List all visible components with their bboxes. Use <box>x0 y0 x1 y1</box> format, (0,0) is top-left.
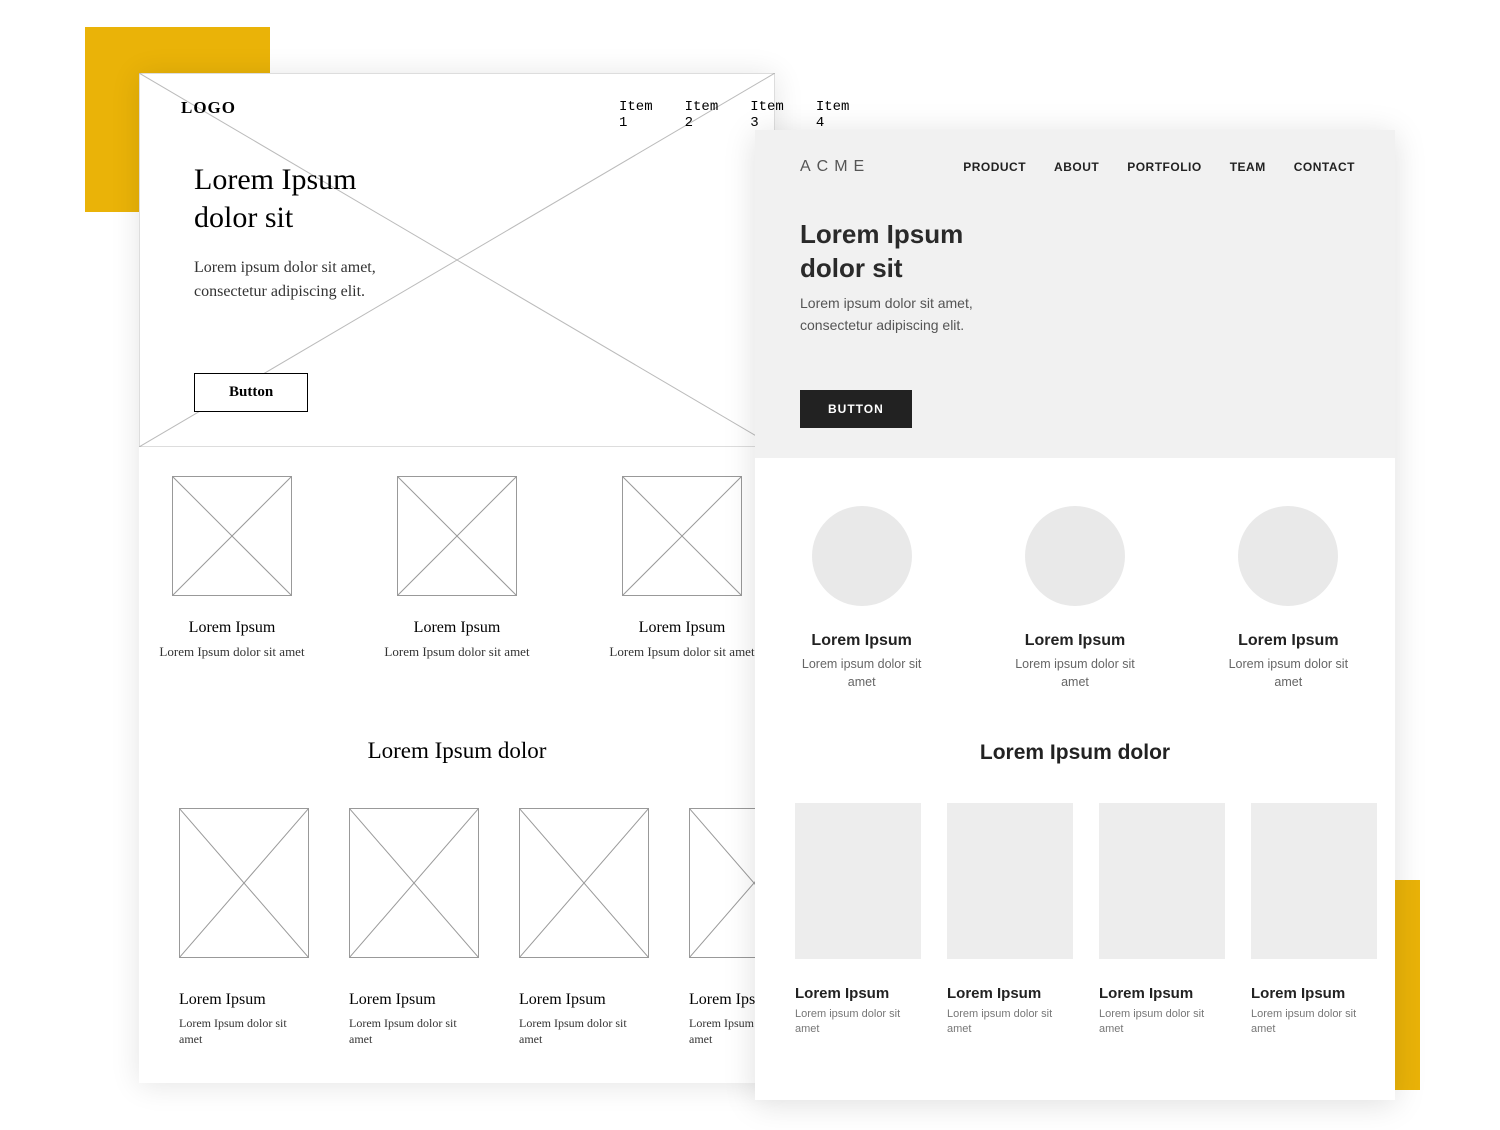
mockup-hero-button[interactable]: BUTTON <box>800 390 912 428</box>
image-placeholder-icon <box>397 476 517 596</box>
wireframe-feature-item: Lorem Ipsum Lorem Ipsum dolor sit amet <box>607 476 757 661</box>
feature-subtitle: Lorem ipsum dolor sit amet <box>1222 656 1355 691</box>
wireframe-logo[interactable]: LOGO <box>181 98 236 118</box>
feature-title: Lorem Ipsum <box>795 632 928 650</box>
rect-placeholder-icon <box>947 803 1073 959</box>
feature-title: Lorem Ipsum <box>1222 632 1355 650</box>
portfolio-subtitle: Lorem ipsum dolor sit amet <box>947 1007 1073 1038</box>
image-placeholder-icon <box>179 808 309 958</box>
portfolio-title: Lorem Ipsum <box>1251 985 1377 1002</box>
image-placeholder-icon <box>349 808 479 958</box>
portfolio-title: Lorem Ipsum <box>349 991 479 1009</box>
portfolio-title: Lorem Ipsum <box>1099 985 1225 1002</box>
mockup-hero-subtitle: Lorem ipsum dolor sit amet, consectetur … <box>800 292 973 337</box>
mockup-nav-item[interactable]: CONTACT <box>1294 160 1355 174</box>
mockup-features-row: Lorem Ipsum Lorem ipsum dolor sit amet L… <box>755 458 1395 691</box>
mockup-portfolio-item: Lorem Ipsum Lorem ipsum dolor sit amet <box>947 803 1073 1038</box>
feature-title: Lorem Ipsum <box>607 619 757 637</box>
wireframe-hero-section: LOGO Item 1 Item 2 Item 3 Item 4 Lorem I… <box>139 73 775 447</box>
feature-subtitle: Lorem Ipsum dolor sit amet <box>607 643 757 661</box>
rect-placeholder-icon <box>795 803 921 959</box>
circle-placeholder-icon <box>812 506 912 606</box>
feature-subtitle: Lorem ipsum dolor sit amet <box>1008 656 1141 691</box>
feature-title: Lorem Ipsum <box>157 619 307 637</box>
wireframe-hero-title: Lorem Ipsum dolor sit <box>194 161 356 236</box>
mockup-feature-item: Lorem Ipsum Lorem ipsum dolor sit amet <box>1222 506 1355 691</box>
portfolio-subtitle: Lorem ipsum dolor sit amet <box>795 1007 921 1038</box>
wireframe-feature-item: Lorem Ipsum Lorem Ipsum dolor sit amet <box>157 476 307 661</box>
mockup-logo[interactable]: ACME <box>800 158 870 176</box>
circle-placeholder-icon <box>1025 506 1125 606</box>
wireframe-hero-button[interactable]: Button <box>194 373 308 412</box>
mockup-feature-item: Lorem Ipsum Lorem ipsum dolor sit amet <box>795 506 928 691</box>
portfolio-title: Lorem Ipsum <box>179 991 309 1009</box>
wireframe-nav-item[interactable]: Item 2 <box>685 99 719 131</box>
portfolio-subtitle: Lorem ipsum dolor sit amet <box>1251 1007 1377 1038</box>
portfolio-title: Lorem Ipsum <box>947 985 1073 1002</box>
rect-placeholder-icon <box>1099 803 1225 959</box>
wireframe-features-row: Lorem Ipsum Lorem Ipsum dolor sit amet L… <box>139 476 775 661</box>
mockup-portfolio-item: Lorem Ipsum Lorem ipsum dolor sit amet <box>1251 803 1377 1038</box>
wireframe-portfolio-row: Lorem Ipsum Lorem Ipsum dolor sit amet L… <box>179 808 829 1047</box>
mockup-nav-item[interactable]: TEAM <box>1230 160 1266 174</box>
wireframe-nav: Item 1 Item 2 Item 3 Item 4 <box>619 99 849 131</box>
feature-subtitle: Lorem ipsum dolor sit amet <box>795 656 928 691</box>
wireframe-panel: LOGO Item 1 Item 2 Item 3 Item 4 Lorem I… <box>139 73 775 1083</box>
mockup-hero-title: Lorem Ipsum dolor sit <box>800 218 963 286</box>
image-placeholder-icon <box>172 476 292 596</box>
circle-placeholder-icon <box>1238 506 1338 606</box>
wireframe-portfolio-item: Lorem Ipsum Lorem Ipsum dolor sit amet <box>179 808 309 1047</box>
feature-subtitle: Lorem Ipsum dolor sit amet <box>157 643 307 661</box>
wireframe-nav-item[interactable]: Item 3 <box>750 99 784 131</box>
mockup-portfolio-item: Lorem Ipsum Lorem ipsum dolor sit amet <box>795 803 921 1038</box>
image-placeholder-icon <box>519 808 649 958</box>
portfolio-subtitle: Lorem Ipsum dolor sit amet <box>349 1015 479 1047</box>
mockup-nav-item[interactable]: PRODUCT <box>963 160 1026 174</box>
wireframe-portfolio-item: Lorem Ipsum Lorem Ipsum dolor sit amet <box>519 808 649 1047</box>
feature-title: Lorem Ipsum <box>1008 632 1141 650</box>
mockup-portfolio-item: Lorem Ipsum Lorem ipsum dolor sit amet <box>1099 803 1225 1038</box>
portfolio-subtitle: Lorem Ipsum dolor sit amet <box>179 1015 309 1047</box>
mockup-panel: ACME PRODUCT ABOUT PORTFOLIO TEAM CONTAC… <box>755 130 1395 1100</box>
wireframe-section-title: Lorem Ipsum dolor <box>139 738 775 764</box>
wireframe-nav-item[interactable]: Item 4 <box>816 99 850 131</box>
mockup-feature-item: Lorem Ipsum Lorem ipsum dolor sit amet <box>1008 506 1141 691</box>
mockup-portfolio-row: Lorem Ipsum Lorem ipsum dolor sit amet L… <box>755 765 1395 1038</box>
feature-subtitle: Lorem Ipsum dolor sit amet <box>382 643 532 661</box>
portfolio-subtitle: Lorem ipsum dolor sit amet <box>1099 1007 1225 1038</box>
mockup-nav-item[interactable]: ABOUT <box>1054 160 1099 174</box>
mockup-hero-section: ACME PRODUCT ABOUT PORTFOLIO TEAM CONTAC… <box>755 130 1395 458</box>
wireframe-nav-item[interactable]: Item 1 <box>619 99 653 131</box>
rect-placeholder-icon <box>1251 803 1377 959</box>
mockup-nav-item[interactable]: PORTFOLIO <box>1127 160 1202 174</box>
wireframe-feature-item: Lorem Ipsum Lorem Ipsum dolor sit amet <box>382 476 532 661</box>
mockup-section-title: Lorem Ipsum dolor <box>755 741 1395 765</box>
feature-title: Lorem Ipsum <box>382 619 532 637</box>
wireframe-portfolio-item: Lorem Ipsum Lorem Ipsum dolor sit amet <box>349 808 479 1047</box>
wireframe-hero-subtitle: Lorem ipsum dolor sit amet, consectetur … <box>194 256 376 304</box>
portfolio-title: Lorem Ipsum <box>795 985 921 1002</box>
image-placeholder-icon <box>622 476 742 596</box>
mockup-nav: PRODUCT ABOUT PORTFOLIO TEAM CONTACT <box>963 160 1355 174</box>
portfolio-subtitle: Lorem Ipsum dolor sit amet <box>519 1015 649 1047</box>
portfolio-title: Lorem Ipsum <box>519 991 649 1009</box>
